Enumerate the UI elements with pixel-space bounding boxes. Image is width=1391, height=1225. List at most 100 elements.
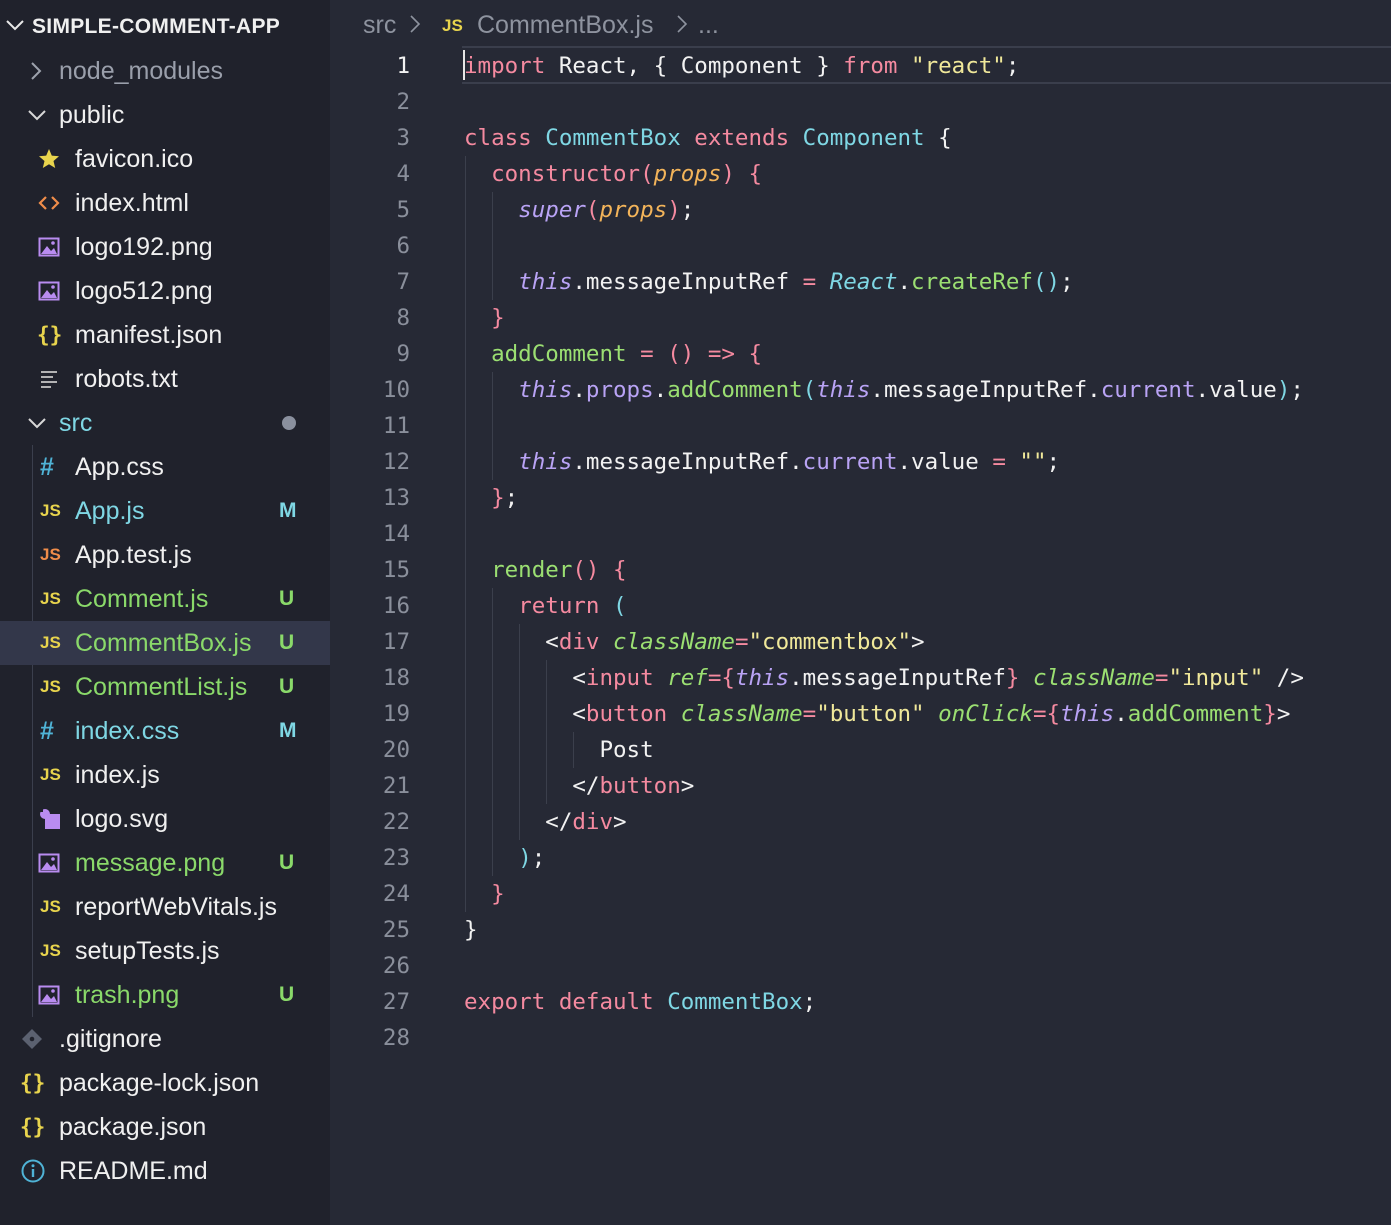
line-number: 26: [382, 953, 410, 979]
code-token: .messageInputRef.: [870, 377, 1101, 403]
chevron-down-icon[interactable]: [26, 93, 48, 137]
code-line[interactable]: <div className="commentbox">: [464, 624, 925, 660]
tree-item-commentbox-js[interactable]: JS CommentBox.js U: [0, 621, 330, 665]
tree-item-reportwebvitals-js[interactable]: JS reportWebVitals.js: [0, 885, 330, 929]
tree-item-comment-js[interactable]: JS Comment.js U: [0, 577, 330, 621]
explorer-sidebar: SIMPLE-COMMENT-APP node_modules public fav…: [0, 0, 330, 1225]
line-number: 2: [396, 89, 410, 115]
code-token: .messageInputRef: [789, 665, 1006, 691]
tree-item-gitignore[interactable]: .gitignore: [0, 1017, 330, 1061]
code-line[interactable]: super(props);: [464, 192, 694, 228]
code-line[interactable]: import React, { Component } from "react"…: [464, 48, 1019, 84]
tree-item-label: robots.txt: [75, 365, 178, 393]
tree-item-public[interactable]: public: [0, 93, 330, 137]
tree-item-package-lock-json[interactable]: {} package-lock.json: [0, 1061, 330, 1105]
explorer-header[interactable]: SIMPLE-COMMENT-APP: [0, 4, 330, 48]
code-editor[interactable]: src JS CommentBox.js ... 1 2 3 4 5 6 7 8 9 10 11 12…: [330, 0, 1391, 1225]
tree-item-node-modules[interactable]: node_modules: [0, 49, 330, 93]
tree-item-index-css[interactable]: # index.css M: [0, 709, 330, 753]
chevron-right-icon: [675, 13, 689, 42]
tree-item-app-js[interactable]: JS App.js M: [0, 489, 330, 533]
code-token: =: [1032, 701, 1047, 727]
tree-item-label: reportWebVitals.js: [75, 893, 277, 921]
code-token: =: [992, 449, 1006, 475]
chevron-down-icon[interactable]: [4, 14, 26, 41]
tree-item-readme-md[interactable]: README.md: [0, 1149, 330, 1193]
tree-item-package-json[interactable]: {} package.json: [0, 1105, 330, 1149]
line-number: 8: [396, 305, 410, 331]
code-token: "react": [911, 53, 1006, 79]
line-number: 24: [382, 881, 410, 907]
tree-item-logo192-png[interactable]: logo192.png: [0, 225, 330, 269]
tree-item-app-test-js[interactable]: JS App.test.js: [0, 533, 330, 577]
code-token: ref: [667, 665, 708, 691]
git-status-badge: U: [279, 675, 295, 698]
code-line[interactable]: }: [464, 876, 505, 912]
code-token: <: [545, 629, 559, 655]
code-token: props: [653, 161, 722, 187]
tree-item-message-png[interactable]: message.png U: [0, 841, 330, 885]
tree-item-setuptests-js[interactable]: JS setupTests.js: [0, 929, 330, 973]
code-token: div: [558, 629, 600, 655]
line-number: 28: [382, 1025, 410, 1051]
image-icon: [37, 841, 61, 885]
code-line[interactable]: </div>: [464, 804, 626, 840]
code-line[interactable]: <input ref={this.messageInputRef} classN…: [464, 660, 1304, 696]
code-line[interactable]: return (: [464, 588, 626, 624]
tree-item-manifest-json[interactable]: {} manifest.json: [0, 313, 330, 357]
breadcrumb-more[interactable]: ...: [698, 11, 719, 40]
code-line[interactable]: Post: [464, 732, 653, 768]
code-line[interactable]: }: [464, 300, 505, 336]
tree-item-label: README.md: [59, 1157, 208, 1185]
code-line[interactable]: render() {: [464, 552, 626, 588]
code-line[interactable]: this.messageInputRef.current.value = "";: [464, 444, 1060, 480]
tree-item-favicon-ico[interactable]: favicon.ico: [0, 137, 330, 181]
code-line[interactable]: class CommentBox extends Component {: [464, 120, 952, 156]
tree-item-src[interactable]: src: [0, 401, 330, 445]
code-line[interactable]: }: [464, 912, 478, 948]
code-token: .: [572, 377, 586, 403]
code-line[interactable]: constructor(props) {: [464, 156, 762, 192]
code-token: =: [707, 665, 722, 691]
code-line[interactable]: );: [464, 840, 545, 876]
code-line[interactable]: export default CommentBox;: [464, 984, 816, 1020]
code-token: (): [1032, 269, 1061, 295]
line-number: 21: [382, 773, 410, 799]
code-line[interactable]: this.messageInputRef = React.createRef()…: [464, 264, 1073, 300]
tree-item-label: index.html: [75, 189, 189, 217]
tree-item-trash-png[interactable]: trash.png U: [0, 973, 330, 1017]
code-token: {: [924, 125, 952, 151]
tree-item-robots-txt[interactable]: robots.txt: [0, 357, 330, 401]
tree-item-logo512-png[interactable]: logo512.png: [0, 269, 330, 313]
tree-item-commentlist-js[interactable]: JS CommentList.js U: [0, 665, 330, 709]
code-token: current: [1100, 377, 1196, 403]
code-token: (): [667, 341, 695, 367]
breadcrumb-folder[interactable]: src: [363, 11, 396, 40]
breadcrumb-file[interactable]: CommentBox.js: [477, 11, 653, 40]
code-line[interactable]: <button className="button" onClick={this…: [464, 696, 1290, 732]
code-token: createRef: [911, 269, 1033, 295]
code-line[interactable]: </button>: [464, 768, 694, 804]
code-line[interactable]: };: [464, 480, 518, 516]
code-token: >: [911, 629, 925, 655]
line-number: 18: [382, 665, 410, 691]
tree-item-logo-svg[interactable]: logo.svg: [0, 797, 330, 841]
chevron-down-icon[interactable]: [26, 401, 48, 445]
code-line[interactable]: addComment = () => {: [464, 336, 762, 372]
code-line[interactable]: this.props.addComment(this.messageInputR…: [464, 372, 1304, 408]
code-token: this: [518, 269, 573, 295]
code-token: =: [734, 629, 749, 655]
tree-item-index-html[interactable]: index.html: [0, 181, 330, 225]
code-token: {: [1046, 701, 1061, 727]
tree-item-app-css[interactable]: # App.css: [0, 445, 330, 489]
tree-item-index-js[interactable]: JS index.js: [0, 753, 330, 797]
chevron-right-icon[interactable]: [26, 49, 46, 93]
